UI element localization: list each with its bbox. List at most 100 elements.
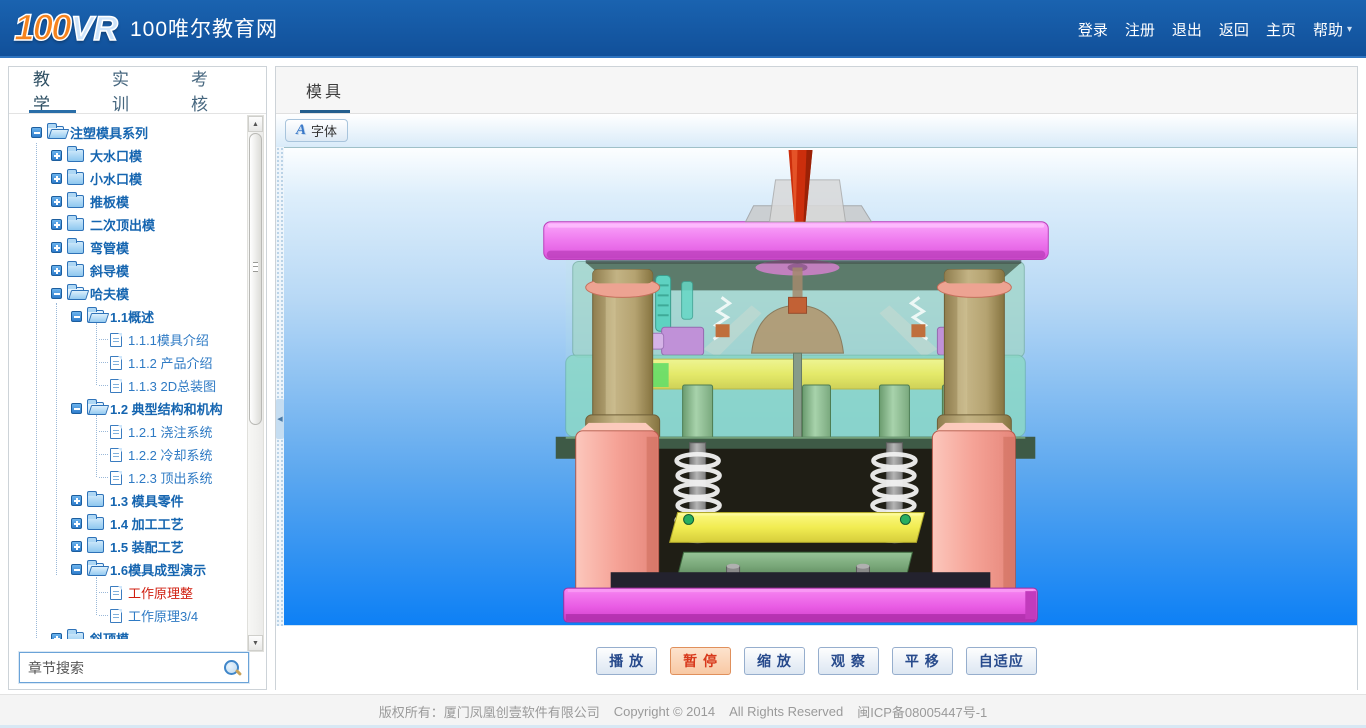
folder-icon [67, 264, 84, 277]
tree-connector-line [56, 303, 57, 575]
panel-splitter[interactable]: ◀ [276, 147, 284, 626]
nav-login-link[interactable]: 登录 [1078, 19, 1108, 40]
tree-item[interactable]: 推板模 [9, 190, 249, 213]
tree-item[interactable]: 1.2.3 顶出系统 [9, 466, 249, 489]
collapse-icon[interactable] [71, 564, 82, 575]
tree-item[interactable]: 1.2.1 浇注系统 [9, 420, 249, 443]
tree-item-label: 1.6模具成型演示 [110, 560, 206, 579]
tree-item-label: 工作原理整 [128, 583, 193, 602]
nav-help-link[interactable]: 帮助▾ [1313, 19, 1352, 40]
tree-item-label: 1.1.2 产品介绍 [128, 353, 213, 372]
tree-item-label: 工作原理3/4 [128, 606, 198, 625]
tree-item[interactable]: 1.1.3 2D总装图 [9, 374, 249, 397]
tree-item[interactable]: 哈夫模 [9, 282, 249, 305]
document-icon [110, 609, 122, 623]
observe-button[interactable]: 观 察 [818, 647, 879, 675]
scrollbar-thumb[interactable] [249, 133, 262, 425]
zoom-button[interactable]: 缩 放 [744, 647, 805, 675]
footer-copyright-en: Copyright © 2014 [614, 704, 715, 719]
course-tree: 注塑模具系列 大水口模 小水口模 推板模 二次顶出模 弯管模 斜导模 哈夫模 1… [9, 115, 249, 639]
tree-item-label: 二次顶出模 [90, 215, 155, 234]
tree-item[interactable]: 二次顶出模 [9, 213, 249, 236]
logo-vr-text: VR [71, 10, 118, 49]
search-icon[interactable] [222, 658, 242, 678]
expand-icon[interactable] [51, 265, 62, 276]
course-sidebar: 教学 实训 考核 注塑模具系列 大水口模 小水口模 推板模 二次顶出模 弯管模 … [8, 66, 267, 690]
tree-item-label: 弯管模 [90, 238, 129, 257]
tree-item[interactable]: 斜导模 [9, 259, 249, 282]
collapse-icon[interactable] [71, 403, 82, 414]
nav-home-link[interactable]: 主页 [1266, 19, 1296, 40]
folder-icon [67, 241, 84, 254]
tree-item[interactable]: 弯管模 [9, 236, 249, 259]
tree-item[interactable]: 斜顶模 [9, 627, 249, 639]
sprue-bushing [746, 150, 872, 222]
document-icon [110, 333, 122, 347]
scroll-down-button[interactable]: ▼ [248, 635, 263, 651]
document-icon [110, 425, 122, 439]
tree-item[interactable]: 1.5 装配工艺 [9, 535, 249, 558]
tree-item[interactable]: 1.3 模具零件 [9, 489, 249, 512]
tree-item-label: 斜顶模 [90, 629, 129, 639]
tree-item[interactable]: 1.2.2 冷却系统 [9, 443, 249, 466]
tree-item-label: 1.4 加工工艺 [110, 514, 184, 533]
folder-open-icon [87, 563, 104, 576]
folder-open-icon [67, 287, 84, 300]
expand-icon[interactable] [71, 518, 82, 529]
expand-icon[interactable] [51, 242, 62, 253]
tree-item[interactable]: 工作原理3/4 [9, 604, 249, 627]
tree-connector-line [96, 415, 97, 477]
folder-icon [67, 632, 84, 639]
chevron-down-icon: ▾ [1347, 24, 1352, 35]
play-button[interactable]: 播 放 [596, 647, 657, 675]
tree-item[interactable]: 1.4 加工工艺 [9, 512, 249, 535]
splitter-collapse-icon[interactable]: ◀ [276, 399, 284, 439]
sidebar-tabs: 教学 实训 考核 [9, 67, 266, 114]
tree-item-selected[interactable]: 工作原理整 [9, 581, 249, 604]
mold-3d-model[interactable] [284, 148, 1357, 625]
font-button[interactable]: A 字体 [285, 119, 348, 142]
tab-practice[interactable]: 实训 [108, 67, 159, 113]
tree-item[interactable]: 大水口模 [9, 144, 249, 167]
nav-register-link[interactable]: 注册 [1125, 19, 1155, 40]
nav-logout-link[interactable]: 退出 [1172, 19, 1202, 40]
tree-item[interactable]: 1.2 典型结构和机构 [9, 397, 249, 420]
expand-icon[interactable] [51, 196, 62, 207]
nav-back-link[interactable]: 返回 [1219, 19, 1249, 40]
scroll-up-button[interactable]: ▲ [248, 116, 263, 132]
tree-scrollbar[interactable]: ▲ ▼ [247, 115, 264, 652]
brand-logo[interactable]: 100 VR [14, 7, 118, 49]
search-input[interactable] [20, 660, 222, 676]
tree-item[interactable]: 1.1.2 产品介绍 [9, 351, 249, 374]
tree-item-label: 1.2.1 浇注系统 [128, 422, 213, 441]
collapse-icon[interactable] [51, 288, 62, 299]
folder-icon [87, 517, 104, 530]
expand-icon[interactable] [51, 150, 62, 161]
ejector-retainer-plate [670, 512, 925, 542]
collapse-icon[interactable] [31, 127, 42, 138]
auto-fit-button[interactable]: 自适应 [966, 647, 1037, 675]
tab-teaching[interactable]: 教学 [29, 67, 80, 113]
collapse-icon[interactable] [71, 311, 82, 322]
tab-assessment[interactable]: 考核 [187, 67, 238, 113]
expand-icon[interactable] [71, 541, 82, 552]
pan-button[interactable]: 平 移 [892, 647, 953, 675]
pause-button[interactable]: 暂 停 [670, 647, 731, 675]
expand-icon[interactable] [51, 219, 62, 230]
tree-item[interactable]: 1.6模具成型演示 [9, 558, 249, 581]
chapter-search-box [19, 652, 249, 683]
tree-item[interactable]: 1.1概述 [9, 305, 249, 328]
tab-mold[interactable]: 模具 [300, 67, 350, 113]
tree-item[interactable]: 1.1.1模具介绍 [9, 328, 249, 351]
expand-icon[interactable] [51, 173, 62, 184]
folder-icon [67, 218, 84, 231]
viewer-canvas[interactable] [284, 147, 1357, 626]
tree-item[interactable]: 小水口模 [9, 167, 249, 190]
viewer-toolbar: A 字体 [276, 114, 1357, 147]
expand-icon[interactable] [71, 495, 82, 506]
folder-open-icon [87, 310, 104, 323]
document-icon [110, 471, 122, 485]
expand-icon[interactable] [51, 633, 62, 639]
footer-icp: 闽ICP备08005447号-1 [857, 702, 987, 721]
tree-root-item[interactable]: 注塑模具系列 [9, 121, 249, 144]
